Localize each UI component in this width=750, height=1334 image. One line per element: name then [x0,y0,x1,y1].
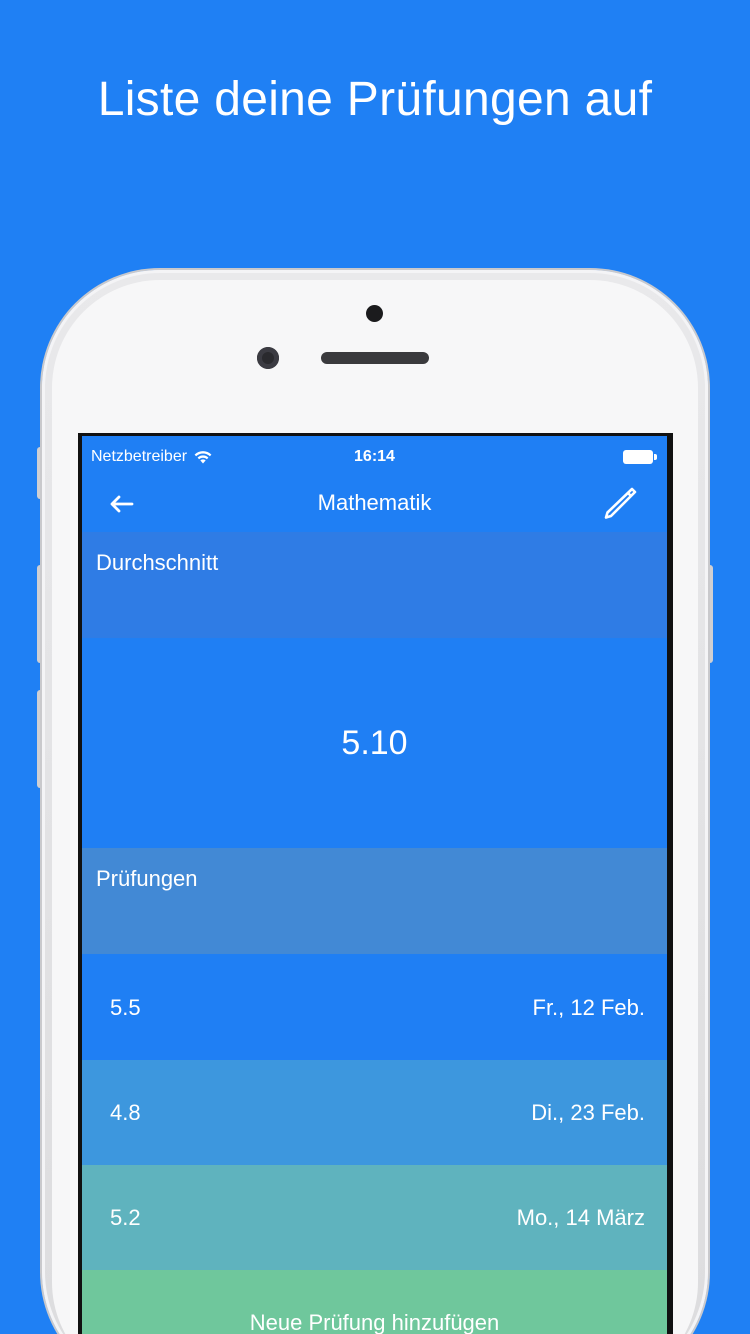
phone-screen: Netzbetreiber 16:14 Mathematik Durchschn… [78,433,673,1334]
status-time: 16:14 [354,448,395,465]
average-section-header: Durchschnitt [82,532,667,638]
add-exam-label: Neue Prüfung hinzufügen [249,1310,500,1334]
exams-header-label: Prüfungen [96,866,198,891]
exam-row[interactable]: 5.5 Fr., 12 Feb. [82,955,667,1060]
app-screen: Netzbetreiber 16:14 Mathematik Durchschn… [82,436,667,1334]
navigation-bar: Mathematik [82,476,667,532]
exam-grade: 5.5 [110,994,141,1020]
average-value: 5.10 [341,723,408,762]
nav-title: Mathematik [317,490,432,515]
add-exam-button[interactable]: Neue Prüfung hinzufügen [82,1270,667,1334]
average-header-label: Durchschnitt [96,550,219,575]
exams-section-header: Prüfungen [82,848,667,954]
exam-row[interactable]: 5.2 Mo., 14 März [82,1165,667,1270]
pencil-icon[interactable] [597,481,641,525]
status-bar: Netzbetreiber 16:14 [82,436,667,476]
exam-row[interactable]: 4.8 Di., 23 Feb. [82,1060,667,1165]
exam-date: Fr., 12 Feb. [532,994,646,1020]
exam-date: Mo., 14 März [516,1204,645,1230]
battery-icon [623,450,657,464]
earpiece-speaker [321,352,429,364]
proximity-sensor [366,305,383,322]
front-camera [257,347,279,369]
exam-grade: 4.8 [110,1099,141,1125]
headline: Liste deine Prüfungen auf [97,73,653,126]
exam-date: Di., 23 Feb. [531,1099,645,1125]
exam-grade: 5.2 [110,1204,141,1230]
average-value-block: 5.10 [82,638,667,848]
